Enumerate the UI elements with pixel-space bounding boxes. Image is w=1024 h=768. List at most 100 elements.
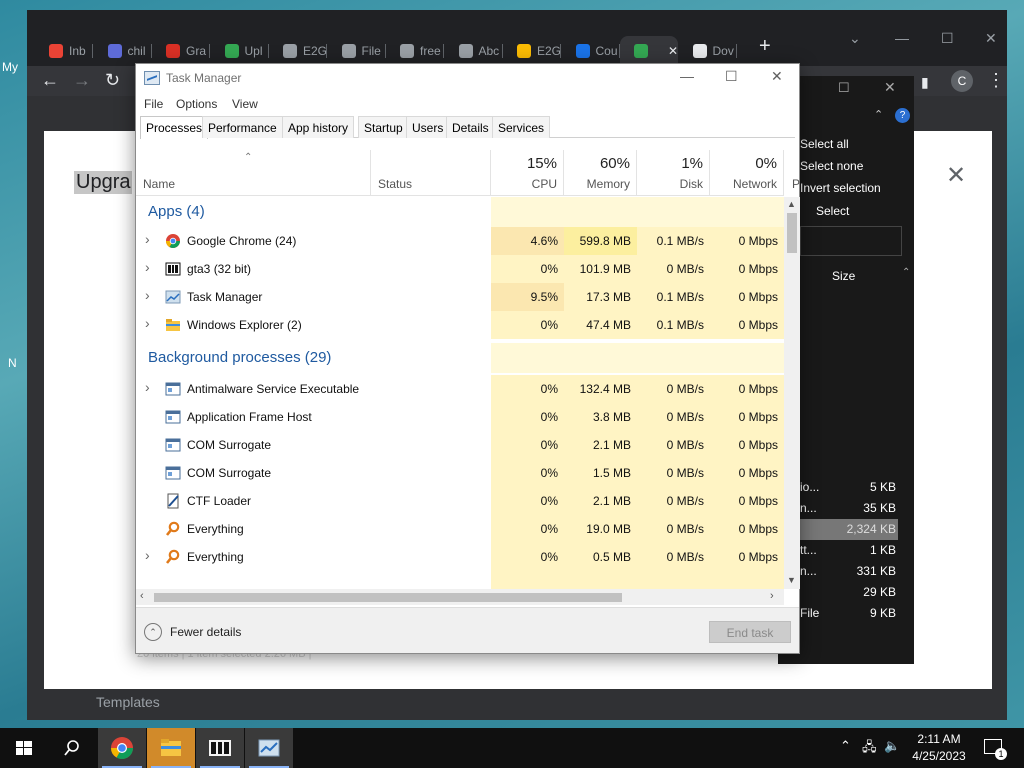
horizontal-scrollbar[interactable]: ‹ ›: [136, 589, 784, 605]
chevron-right-icon[interactable]: ›: [145, 259, 150, 275]
process-row[interactable]: › Google Chrome (24) 4.6% 599.8 MB 0.1 MB/s 0…: [136, 227, 784, 255]
invert-selection-button[interactable]: Invert selection: [800, 181, 881, 195]
power-column-label[interactable]: P: [792, 177, 800, 191]
minimize-icon[interactable]: —: [895, 30, 909, 46]
scroll-up-arrow[interactable]: ▲: [787, 199, 796, 209]
maximize-icon[interactable]: ☐: [838, 80, 850, 96]
chevron-right-icon[interactable]: ›: [145, 315, 150, 331]
name-column-header[interactable]: ⌃ Name: [136, 150, 371, 196]
chevron-right-icon[interactable]: ›: [145, 287, 150, 303]
collapse-ribbon-icon[interactable]: ⌃: [874, 108, 883, 121]
scroll-left-arrow[interactable]: ‹: [140, 590, 144, 602]
desktop-icon-label[interactable]: My: [2, 60, 18, 74]
process-row[interactable]: › Task Manager 9.5% 17.3 MB 0.1 MB/s 0 Mbps: [136, 283, 784, 311]
vertical-scrollbar[interactable]: ▲ ▼: [784, 197, 800, 589]
taskbar-task-manager[interactable]: [245, 728, 293, 768]
network-column-header[interactable]: 0% Network: [710, 150, 784, 196]
process-row[interactable]: Everything 0% 19.0 MB 0 MB/s 0 Mbps: [136, 515, 784, 543]
memory-value: 599.8 MB: [564, 227, 637, 255]
taskbar-gta3[interactable]: [196, 728, 244, 768]
browser-tab[interactable]: E2G: [503, 36, 561, 66]
browser-tab[interactable]: Dov: [679, 36, 737, 66]
close-tab-icon[interactable]: ✕: [668, 44, 678, 58]
chevron-right-icon[interactable]: ›: [145, 547, 150, 563]
close-icon[interactable]: ✕: [884, 79, 896, 96]
browser-tab[interactable]: chil: [94, 36, 152, 66]
process-row[interactable]: › gta3 (32 bit) 0% 101.9 MB 0 MB/s 0 Mbps: [136, 255, 784, 283]
process-row[interactable]: COM Surrogate 0% 1.5 MB 0 MB/s 0 Mbps: [136, 459, 784, 487]
minimize-icon[interactable]: —: [680, 68, 694, 84]
browser-tab[interactable]: Gra: [152, 36, 210, 66]
process-row[interactable]: › Everything 0% 0.5 MB 0 MB/s 0 Mbps: [136, 543, 784, 571]
size-column-header[interactable]: Size: [832, 269, 855, 283]
search-input[interactable]: [800, 226, 902, 256]
browser-tab[interactable]: ✕: [620, 36, 678, 66]
tab-services[interactable]: Services: [492, 116, 551, 138]
scroll-right-arrow[interactable]: ›: [770, 590, 774, 602]
status-column-header[interactable]: Status: [371, 150, 491, 196]
tab-processes[interactable]: Processes: [140, 116, 209, 139]
maximize-icon[interactable]: ☐: [941, 30, 954, 47]
start-button[interactable]: [0, 728, 48, 768]
browser-tab[interactable]: E2G: [269, 36, 327, 66]
menu-file[interactable]: File: [144, 97, 163, 111]
tab-users[interactable]: Users: [406, 116, 450, 138]
notifications-icon[interactable]: 1: [984, 739, 1007, 760]
scroll-down-arrow[interactable]: ▼: [787, 575, 796, 585]
close-icon[interactable]: ✕: [771, 68, 783, 85]
end-task-button[interactable]: End task: [709, 621, 791, 643]
taskbar-file-explorer[interactable]: [147, 728, 195, 768]
close-icon[interactable]: ✕: [946, 161, 966, 190]
templates-link[interactable]: Templates: [96, 694, 160, 710]
close-icon[interactable]: ✕: [985, 30, 997, 47]
forward-icon[interactable]: →: [73, 70, 91, 90]
process-row[interactable]: CTF Loader 0% 2.1 MB 0 MB/s 0 Mbps: [136, 487, 784, 515]
scroll-thumb[interactable]: [787, 213, 797, 253]
cpu-column-header[interactable]: 15% CPU: [491, 150, 564, 196]
scroll-up-arrow[interactable]: ⌃: [902, 267, 910, 278]
select-all-button[interactable]: Select all: [800, 137, 849, 151]
tab-search-icon[interactable]: ⌄: [849, 30, 861, 47]
scroll-thumb[interactable]: [154, 593, 622, 602]
menu-icon[interactable]: ⋮: [987, 70, 1005, 90]
help-icon[interactable]: ?: [895, 108, 910, 123]
reload-icon[interactable]: ↻: [105, 70, 120, 90]
tab-startup[interactable]: Startup: [358, 116, 409, 138]
process-row[interactable]: Application Frame Host 0% 3.8 MB 0 MB/s 0 Mb…: [136, 403, 784, 431]
menu-view[interactable]: View: [232, 97, 258, 111]
tab-app-history[interactable]: App history: [282, 116, 355, 138]
process-row[interactable]: COM Surrogate 0% 2.1 MB 0 MB/s 0 Mbps: [136, 431, 784, 459]
maximize-icon[interactable]: ☐: [725, 68, 738, 85]
chevron-right-icon[interactable]: ›: [145, 231, 150, 247]
tab-performance[interactable]: Performance: [202, 116, 283, 138]
new-tab-button[interactable]: +: [759, 36, 771, 56]
network-icon[interactable]: 🖧: [862, 738, 877, 760]
tab-details[interactable]: Details: [446, 116, 495, 138]
taskbar-chrome[interactable]: [98, 728, 146, 768]
select-none-button[interactable]: Select none: [800, 159, 863, 173]
browser-tab[interactable]: File: [328, 36, 386, 66]
show-hidden-icons[interactable]: ⌃: [840, 738, 851, 754]
title-bar[interactable]: Task Manager — ☐ ✕: [136, 64, 799, 92]
browser-tab[interactable]: free: [386, 36, 444, 66]
browser-tab[interactable]: Cou: [562, 36, 620, 66]
sidebar-icon[interactable]: ▮: [921, 72, 929, 92]
menu-options[interactable]: Options: [176, 97, 217, 111]
desktop-icon-label[interactable]: N: [8, 356, 17, 370]
fewer-details-button[interactable]: ⌃ Fewer details: [144, 623, 241, 641]
avatar[interactable]: C: [951, 70, 973, 92]
back-icon[interactable]: ←: [41, 70, 59, 90]
browser-tab[interactable]: Upl: [211, 36, 269, 66]
search-button[interactable]: [48, 728, 96, 768]
group-header[interactable]: Apps (4): [136, 197, 784, 227]
clock[interactable]: 2:11 AM 4/25/2023: [906, 731, 972, 765]
memory-column-header[interactable]: 60% Memory: [564, 150, 637, 196]
browser-tab[interactable]: Inb: [35, 36, 93, 66]
process-row[interactable]: › Windows Explorer (2) 0% 47.4 MB 0.1 MB/s 0 …: [136, 311, 784, 339]
disk-column-header[interactable]: 1% Disk: [637, 150, 710, 196]
chevron-right-icon[interactable]: ›: [145, 379, 150, 395]
process-row[interactable]: › Antimalware Service Executable 0% 132.4 M…: [136, 375, 784, 403]
group-header[interactable]: Background processes (29): [136, 343, 784, 373]
browser-tab[interactable]: Abc: [445, 36, 503, 66]
volume-icon[interactable]: 🔈: [884, 738, 900, 754]
